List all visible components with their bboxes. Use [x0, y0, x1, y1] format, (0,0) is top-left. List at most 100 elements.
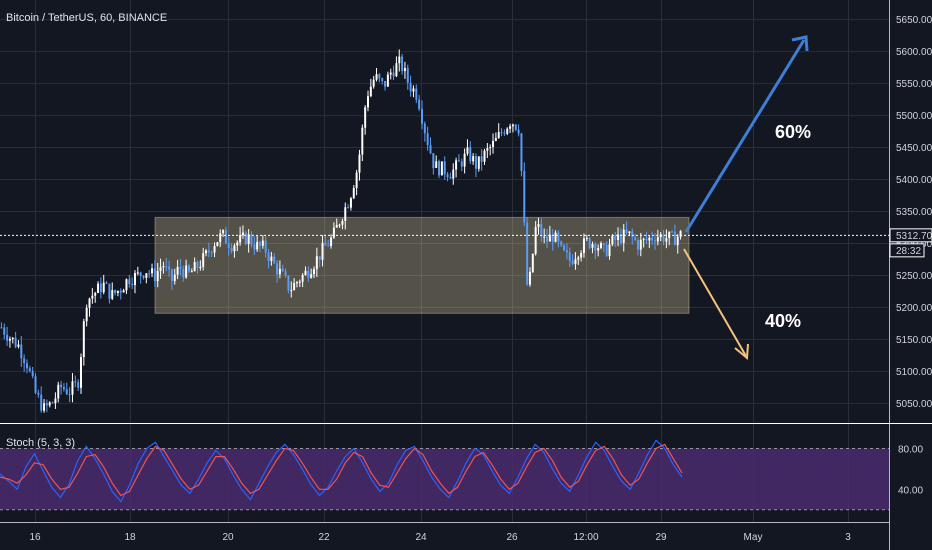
time-tick-label: 26: [506, 532, 518, 543]
candle-body: [91, 295, 94, 299]
candle-body: [344, 207, 347, 221]
consolidation-zone: [154, 216, 690, 314]
candle-body: [193, 262, 196, 272]
candle-body: [185, 265, 188, 278]
candle-body: [153, 268, 156, 282]
candle-body: [88, 298, 91, 308]
candle-body: [483, 150, 486, 162]
candle-body: [65, 389, 68, 395]
candle-body: [176, 266, 179, 275]
candle-body: [71, 381, 74, 395]
candle-body: [11, 337, 14, 340]
candle-body: [222, 230, 225, 234]
up-probability-label: 60%: [775, 122, 811, 142]
candle-body: [219, 233, 222, 243]
price-tick-label: 5500.00: [896, 111, 932, 122]
candle-body: [40, 394, 43, 411]
candle-body: [656, 237, 659, 242]
price-tick-label: 5650.00: [896, 15, 932, 26]
candle-body: [631, 231, 634, 237]
candle-body: [202, 253, 205, 267]
candle-body: [224, 230, 227, 244]
candle-body: [20, 344, 23, 359]
candle-body: [168, 266, 171, 270]
candle-body: [628, 231, 631, 234]
candle-body: [585, 237, 588, 239]
candle-body: [99, 283, 102, 293]
candle-body: [398, 56, 401, 64]
candle-body: [43, 403, 46, 411]
candle-body: [534, 226, 537, 254]
candle-body: [503, 132, 506, 134]
candle-body: [347, 207, 350, 209]
candle-body: [611, 235, 614, 245]
candle-body: [546, 236, 549, 242]
candle-body: [31, 370, 34, 377]
candle-body: [133, 273, 136, 285]
candle-body: [57, 384, 60, 399]
candle-body: [600, 243, 603, 248]
candle-body: [330, 237, 333, 246]
candle-body: [361, 127, 364, 155]
candle-body: [642, 238, 645, 240]
candle-body: [114, 289, 117, 294]
candle-body: [381, 78, 384, 81]
time-tick-label: 16: [29, 532, 41, 543]
candle-body: [665, 237, 668, 242]
candle-body: [276, 263, 279, 275]
candle-body: [148, 273, 151, 275]
candle-body: [60, 384, 63, 388]
candle-body: [213, 245, 216, 253]
candle-body: [634, 236, 637, 240]
price-tick-label: 5150.00: [896, 335, 932, 346]
candle-body: [34, 376, 37, 393]
candle-body: [179, 266, 182, 269]
candle-body: [395, 63, 398, 77]
down-probability-label: 40%: [765, 311, 801, 331]
candle-body: [165, 266, 168, 268]
candle-body: [469, 147, 472, 162]
candle-body: [355, 172, 358, 188]
candle-body: [239, 235, 242, 243]
candle-body: [151, 268, 154, 274]
candle-body: [352, 187, 355, 199]
candle-body: [409, 82, 412, 92]
candle-body: [435, 161, 438, 168]
candle-body: [241, 232, 244, 236]
price-tick-label: 5050.00: [896, 399, 932, 410]
candle-body: [156, 270, 159, 282]
candle-body: [301, 274, 304, 282]
time-tick-label: 29: [655, 532, 667, 543]
candle-body: [82, 321, 85, 358]
candle-body: [378, 74, 381, 79]
candle-body: [261, 240, 264, 246]
candle-body: [605, 244, 608, 256]
candle-body: [358, 154, 361, 173]
candle-body: [384, 80, 387, 87]
candle-body: [537, 224, 540, 227]
price-tick-label: 5600.00: [896, 47, 932, 58]
candle-body: [119, 290, 122, 293]
candle-body: [77, 382, 80, 388]
candle-body: [17, 344, 20, 347]
candle-body: [514, 124, 517, 130]
candle-body: [281, 268, 284, 272]
candle-body: [466, 147, 469, 154]
time-tick-label: 3: [845, 532, 851, 543]
candle-body: [432, 153, 435, 168]
candle-body: [131, 284, 134, 286]
candle-body: [26, 363, 28, 369]
candle-body: [625, 229, 628, 234]
symbol-title: Bitcoin / TetherUS, 60, BINANCE: [6, 12, 167, 24]
candle-body: [568, 252, 571, 261]
candle-body: [310, 274, 313, 278]
candle-body: [349, 198, 352, 208]
candle-body: [315, 256, 318, 270]
price-tick-label: 5400.00: [896, 175, 932, 186]
candle-body: [170, 269, 173, 282]
candle-body: [622, 229, 625, 243]
candle-body: [494, 137, 497, 141]
candle-body: [270, 256, 273, 261]
candle-body: [426, 133, 429, 145]
countdown-label: 28:32: [896, 246, 921, 257]
